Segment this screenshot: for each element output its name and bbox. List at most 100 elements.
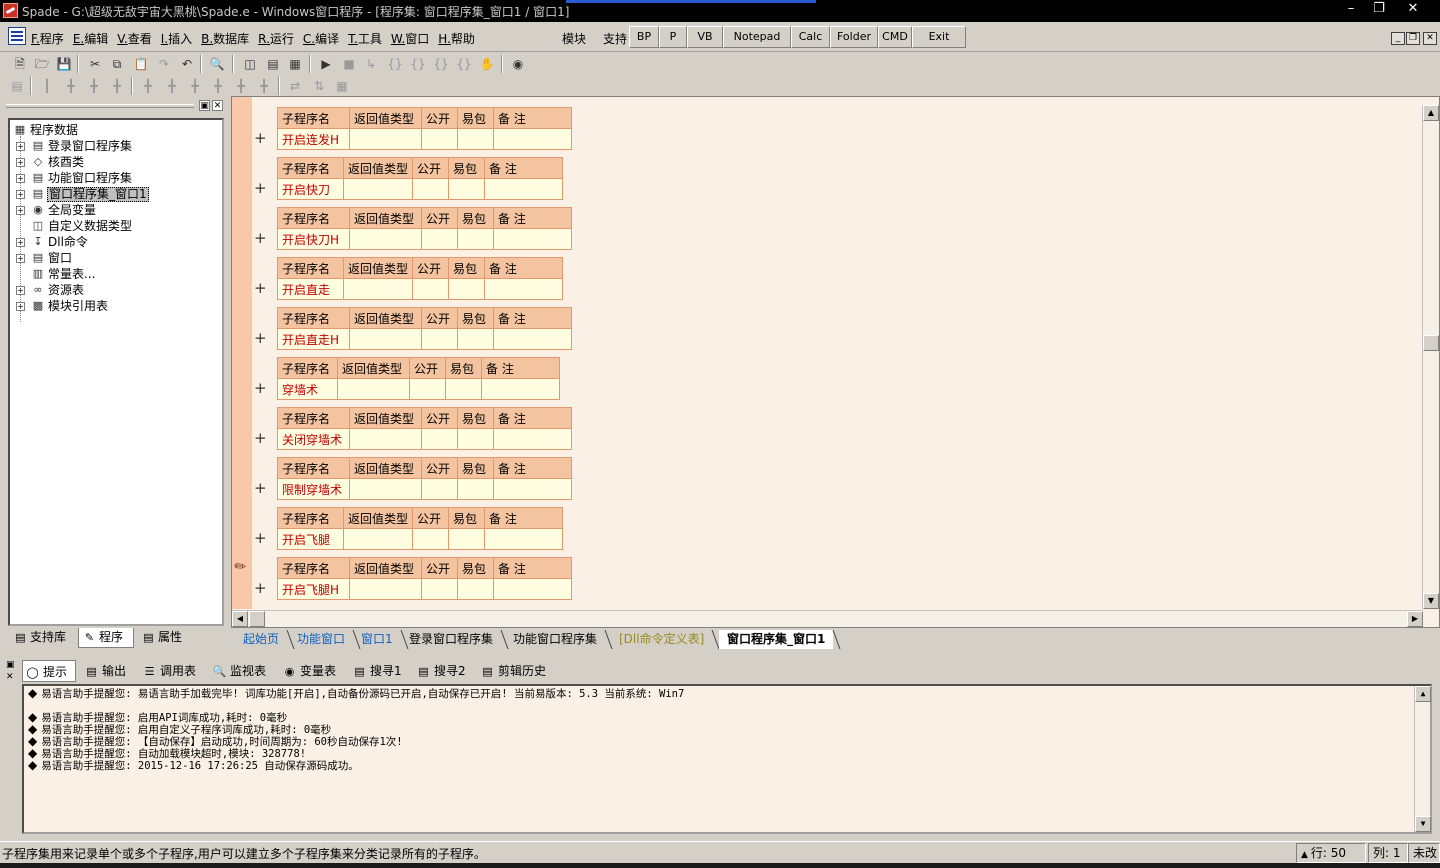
subroutine-cell[interactable]	[493, 328, 572, 350]
panel-grip[interactable]	[6, 104, 194, 108]
subroutine-cell[interactable]	[349, 128, 422, 150]
tab-search2[interactable]: ▤ 搜寻2	[414, 660, 472, 682]
expand-icon[interactable]: +	[16, 174, 25, 183]
subroutine-name[interactable]: 开启快刀	[277, 178, 344, 200]
breakpoint-icon[interactable]: ✋	[478, 55, 496, 73]
subroutine-cell[interactable]	[493, 128, 572, 150]
tab-call-table[interactable]: ☰ 调用表	[140, 660, 204, 682]
layout-1-icon[interactable]: ◫	[241, 55, 259, 73]
subroutine-cell[interactable]	[342, 178, 414, 200]
subroutine-cell[interactable]	[493, 478, 572, 500]
expand-icon[interactable]: +	[16, 238, 25, 247]
subroutine-table[interactable]: 子程序名 返回值类型 公开 易包备 注穿墙术	[277, 357, 560, 400]
save-icon[interactable]: 💾	[55, 55, 73, 73]
expand-subroutine-icon[interactable]: +	[254, 329, 267, 347]
menu-database[interactable]: B.数据库	[201, 30, 249, 47]
align-left-icon[interactable]: ┃	[38, 77, 56, 95]
paste-icon[interactable]: 📋	[132, 55, 150, 73]
subroutine-cell[interactable]	[457, 228, 494, 250]
center-vertical-icon[interactable]: ⇅	[310, 77, 328, 95]
subroutine-name[interactable]: 开启飞腿H	[277, 578, 350, 600]
subroutine-cell[interactable]	[421, 478, 458, 500]
expand-subroutine-icon[interactable]: +	[254, 579, 267, 597]
redo-icon[interactable]: ↷	[155, 55, 173, 73]
subroutine-cell[interactable]	[421, 228, 458, 250]
tab-support-library[interactable]: ▤ 支持库	[10, 628, 76, 648]
subroutine-cell[interactable]	[349, 428, 422, 450]
expand-subroutine-icon[interactable]: +	[254, 129, 267, 147]
subroutine-name[interactable]: 穿墙术	[277, 378, 338, 400]
menu-tools[interactable]: T.工具	[348, 30, 382, 47]
subroutine-name[interactable]: 限制穿墙术	[277, 478, 350, 500]
subroutine-cell[interactable]	[421, 578, 458, 600]
quick-folder-button[interactable]: Folder	[830, 26, 878, 48]
subroutine-cell[interactable]	[448, 278, 486, 300]
subroutine-row[interactable]: 开启直走	[277, 278, 564, 300]
quick-cmd-button[interactable]: CMD	[878, 26, 912, 48]
mdi-close-icon[interactable]: ✕	[1423, 32, 1437, 45]
subroutine-cell[interactable]	[481, 378, 560, 400]
subroutine-row[interactable]: 开启飞腿	[277, 528, 564, 550]
align-bottom-icon[interactable]: ╋	[163, 77, 181, 95]
expand-icon[interactable]: +	[16, 206, 25, 215]
h-scroll-thumb[interactable]	[249, 611, 265, 627]
output-pin-icon[interactable]: ▣	[6, 660, 16, 670]
expand-subroutine-icon[interactable]: +	[254, 379, 267, 397]
subroutine-name[interactable]: 关闭穿墙术	[277, 428, 350, 450]
scroll-up-icon[interactable]: ▲	[1423, 105, 1439, 121]
subroutine-cell[interactable]	[421, 428, 458, 450]
subroutine-cell[interactable]	[457, 428, 494, 450]
expand-subroutine-icon[interactable]: +	[254, 429, 267, 447]
subroutine-table[interactable]: 子程序名 返回值类型 公开 易包备 注开启快刀	[277, 157, 564, 200]
menu-run[interactable]: R.运行	[258, 30, 294, 47]
support-label[interactable]: 支持	[603, 30, 627, 47]
output-close-icon[interactable]: ✕	[6, 672, 16, 682]
subroutine-name[interactable]: 开启直走H	[277, 328, 350, 350]
subroutine-cell[interactable]	[457, 128, 494, 150]
expand-icon[interactable]: +	[16, 302, 25, 311]
subroutine-cell[interactable]	[349, 578, 422, 600]
quick-p-button[interactable]: P	[659, 26, 687, 48]
binoculars-icon[interactable]: ◉	[509, 55, 527, 73]
subroutine-row[interactable]: 开启连发H	[277, 128, 572, 150]
layout-2-icon[interactable]: ▤	[264, 55, 282, 73]
tab-function-window[interactable]: 功能窗口	[289, 630, 353, 649]
form-icon[interactable]: ▤	[8, 77, 26, 95]
tab-clip-history[interactable]: ▤ 剪辑历史	[478, 660, 554, 682]
subroutine-cell[interactable]	[493, 578, 572, 600]
subroutine-row[interactable]: 开启快刀	[277, 178, 564, 200]
tab-tips[interactable]: ◯ 提示	[22, 660, 76, 682]
output-scrollbar[interactable]: ▲ ▼	[1414, 686, 1431, 832]
subroutine-row[interactable]: 关闭穿墙术	[277, 428, 572, 450]
find-icon[interactable]: 🔍	[208, 55, 226, 73]
quick-vb-button[interactable]: VB	[687, 26, 723, 48]
tab-watch-table[interactable]: 🔍 监视表	[210, 660, 274, 682]
expand-icon[interactable]: +	[16, 190, 25, 199]
subroutine-table[interactable]: 子程序名 返回值类型 公开 易包备 注开启飞腿	[277, 507, 564, 550]
minimize-button[interactable]: –	[1336, 0, 1366, 20]
tab-variable-table[interactable]: ◉ 变量表	[280, 660, 344, 682]
horizontal-scrollbar[interactable]: ◀ ▶	[232, 610, 1423, 627]
run-icon[interactable]: ▶	[317, 55, 335, 73]
quick-exit-button[interactable]: Exit	[912, 26, 966, 48]
subroutine-cell[interactable]	[445, 378, 482, 400]
step-icon[interactable]: {}	[386, 55, 404, 73]
subroutine-cell[interactable]	[484, 278, 564, 300]
subroutine-table[interactable]: 子程序名 返回值类型 公开 易包备 注关闭穿墙术	[277, 407, 572, 450]
subroutine-name[interactable]: 开启连发H	[277, 128, 350, 150]
menu-compile[interactable]: C.编译	[303, 30, 339, 47]
menu-window[interactable]: W.窗口	[391, 30, 429, 47]
run-to-cursor-icon[interactable]: {}	[455, 55, 473, 73]
tab-login-module[interactable]: 登录窗口程序集	[401, 630, 501, 649]
subroutine-cell[interactable]	[493, 228, 572, 250]
scroll-thumb[interactable]	[1423, 335, 1439, 351]
subroutine-row[interactable]: 开启飞腿H	[277, 578, 572, 600]
tab-start-page[interactable]: 起始页	[235, 630, 287, 649]
subroutine-cell[interactable]	[421, 328, 458, 350]
step-into-icon[interactable]: ↳	[362, 55, 380, 73]
subroutine-table[interactable]: 子程序名 返回值类型 公开 易包备 注开启快刀H	[277, 207, 572, 250]
subroutine-name[interactable]: 开启飞腿	[277, 528, 344, 550]
stop-icon[interactable]: ■	[340, 55, 358, 73]
panel-pin-icon[interactable]: ▣	[199, 100, 210, 111]
quick-calc-button[interactable]: Calc	[791, 26, 830, 48]
